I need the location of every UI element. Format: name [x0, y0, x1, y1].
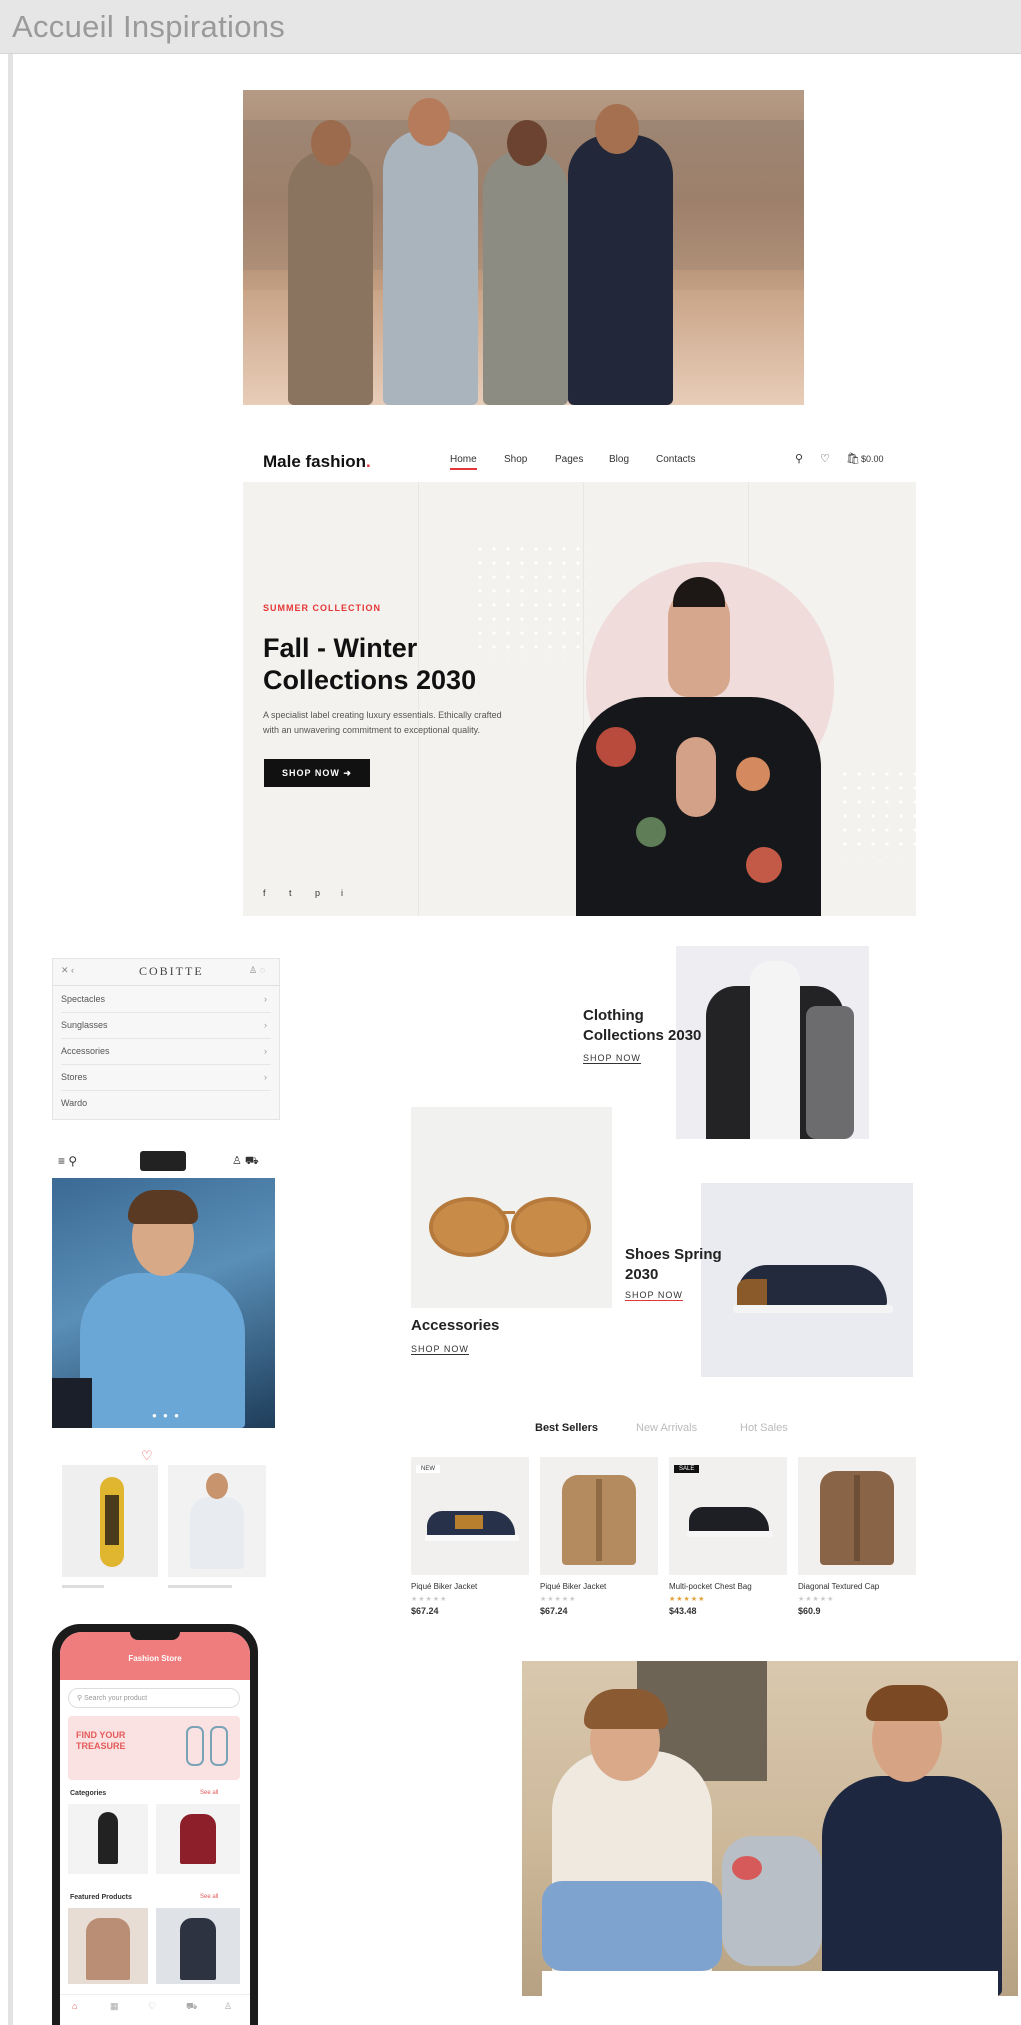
instagram-icon[interactable]: i: [341, 888, 343, 898]
shoes-title: Shoes Spring 2030: [625, 1246, 722, 1283]
nav-contacts[interactable]: Contacts: [656, 454, 695, 465]
site-navbar: Male fashion. Home Shop Pages Blog Conta…: [243, 440, 916, 482]
product-badge: NEW: [416, 1465, 440, 1473]
accessories-title: Accessories: [411, 1317, 500, 1334]
pinterest-icon[interactable]: p: [315, 888, 320, 898]
menu-item-sunglasses[interactable]: Sunglasses ›: [61, 1013, 271, 1039]
product-price: $67.24: [540, 1606, 568, 1616]
hero-description: A specialist label creating luxury essen…: [263, 710, 502, 735]
product-rating: ★★★★★: [411, 1596, 448, 1603]
see-all-link[interactable]: See all: [200, 1894, 218, 1900]
cart-icon[interactable]: ⛟: [186, 2001, 197, 2013]
group-photo: [243, 90, 804, 405]
accessories-image: [411, 1107, 612, 1308]
menu-item-accessories[interactable]: Accessories ›: [61, 1039, 271, 1065]
cart-icon[interactable]: ♙ ⛟: [232, 1154, 259, 1169]
hero-title: Fall - Winter Collections 2030: [263, 633, 477, 695]
page-title: Accueil Inspirations: [12, 9, 286, 44]
nav-home[interactable]: Home: [450, 454, 477, 470]
tab-hot-sales[interactable]: Hot Sales: [740, 1422, 788, 1434]
product-name[interactable]: Multi-pocket Chest Bag: [669, 1582, 752, 1591]
clothing-image: [676, 946, 869, 1139]
category-tile[interactable]: [156, 1804, 240, 1874]
clothing-shop-link[interactable]: SHOP NOW: [583, 1053, 641, 1064]
left-divider: [8, 54, 13, 2025]
nav-pages[interactable]: Pages: [555, 454, 583, 465]
product-rating: ★★★★★: [540, 1596, 577, 1603]
phone-mockup: Fashion Store ⚲ Search your product FIND…: [52, 1624, 258, 2025]
see-all-link[interactable]: See all: [200, 1790, 218, 1796]
product-rating: ★★★★★: [669, 1596, 706, 1603]
cart-icon[interactable]: 🛍: [846, 452, 860, 465]
menu-icon[interactable]: ≡ ⚲: [58, 1154, 77, 1168]
hero-eyebrow: SUMMER COLLECTION: [263, 603, 381, 613]
shoes-shop-link[interactable]: SHOP NOW: [625, 1290, 683, 1301]
shoes-image: [701, 1183, 913, 1377]
mobile-shop-header: ≡ ⚲ ♙ ⛟: [52, 1146, 276, 1178]
tab-best-sellers[interactable]: Best Sellers: [535, 1422, 598, 1434]
home-icon[interactable]: ⌂: [72, 2001, 77, 2011]
facebook-icon[interactable]: f: [263, 888, 266, 898]
promo-title-1: FIND YOUR: [76, 1730, 126, 1740]
hero-model-image: [576, 697, 821, 916]
close-icon[interactable]: ✕ ‹: [61, 965, 74, 976]
featured-product-tile[interactable]: [156, 1908, 240, 1984]
categories-label: Categories: [70, 1790, 107, 1797]
menu-item-wardo[interactable]: Wardo: [61, 1091, 271, 1116]
product-card-3[interactable]: SALE: [669, 1457, 787, 1575]
shop-icon[interactable]: ▦: [110, 2001, 119, 2012]
product-rating: ★★★★★: [798, 1596, 835, 1603]
nav-shop[interactable]: Shop: [504, 454, 527, 465]
product-badge: SALE: [674, 1465, 700, 1473]
promo-banner[interactable]: FIND YOUR TREASURE: [68, 1716, 240, 1780]
product-price: $43.48: [669, 1606, 697, 1616]
sweater-tile[interactable]: [168, 1465, 266, 1577]
menu-item-spectacles[interactable]: Spectacles ›: [61, 987, 271, 1013]
kids-photo: [522, 1661, 1018, 1996]
hoodie-model-image: ● ● ●: [52, 1178, 275, 1428]
product-name[interactable]: Diagonal Textured Cap: [798, 1582, 879, 1591]
heart-icon[interactable]: ♡: [141, 1448, 153, 1464]
product-name[interactable]: Piqué Biker Jacket: [540, 1582, 606, 1591]
user-icon[interactable]: ♙: [224, 2001, 232, 2012]
user-icon[interactable]: ♙ ◌: [249, 965, 265, 976]
product-card-4[interactable]: [798, 1457, 916, 1575]
site-logo[interactable]: Male fashion.: [263, 452, 371, 472]
featured-product-tile[interactable]: [68, 1908, 148, 1984]
brand-logo-icon: [140, 1151, 186, 1171]
product-card-1[interactable]: NEW: [411, 1457, 529, 1575]
nav-blog[interactable]: Blog: [609, 454, 629, 465]
menu-brand: COBITTE: [139, 964, 204, 978]
dot-pattern: [838, 767, 916, 857]
search-icon[interactable]: ⚲: [795, 452, 803, 465]
mobile-menu-card: ✕ ‹ COBITTE ♙ ◌ Spectacles › Sunglasses › …: [52, 958, 280, 1120]
heart-icon[interactable]: ♡: [820, 452, 830, 465]
product-price: $67.24: [411, 1606, 439, 1616]
menu-item-stores[interactable]: Stores ›: [61, 1065, 271, 1091]
hero-banner: SUMMER COLLECTION Fall - Winter Collecti…: [243, 482, 916, 916]
skateboard-tile[interactable]: [62, 1465, 158, 1577]
product-price: $60.9: [798, 1606, 821, 1616]
phone-search-input[interactable]: ⚲ Search your product: [68, 1688, 240, 1708]
product-card-2[interactable]: [540, 1457, 658, 1575]
twitter-icon[interactable]: t: [289, 888, 292, 898]
cart-total: $0.00: [861, 454, 884, 464]
tab-new-arrivals[interactable]: New Arrivals: [636, 1422, 697, 1434]
clothing-title: Clothing Collections 2030: [583, 1007, 702, 1044]
shop-now-button[interactable]: SHOP NOW ➜: [264, 759, 370, 787]
phone-tab-bar: ⌂ ▦ ♡ ⛟ ♙: [60, 1994, 250, 2025]
featured-label: Featured Products: [70, 1894, 132, 1901]
phone-screen: Fashion Store ⚲ Search your product FIND…: [60, 1632, 250, 2025]
heart-icon[interactable]: ♡: [148, 2001, 156, 2012]
accessories-shop-link[interactable]: SHOP NOW: [411, 1344, 469, 1355]
promo-title-2: TREASURE: [76, 1741, 126, 1751]
product-name[interactable]: Piqué Biker Jacket: [411, 1582, 477, 1591]
carousel-dots[interactable]: ● ● ●: [152, 1411, 181, 1420]
category-tile[interactable]: [68, 1804, 148, 1874]
phone-app-title: Fashion Store: [128, 1654, 182, 1663]
